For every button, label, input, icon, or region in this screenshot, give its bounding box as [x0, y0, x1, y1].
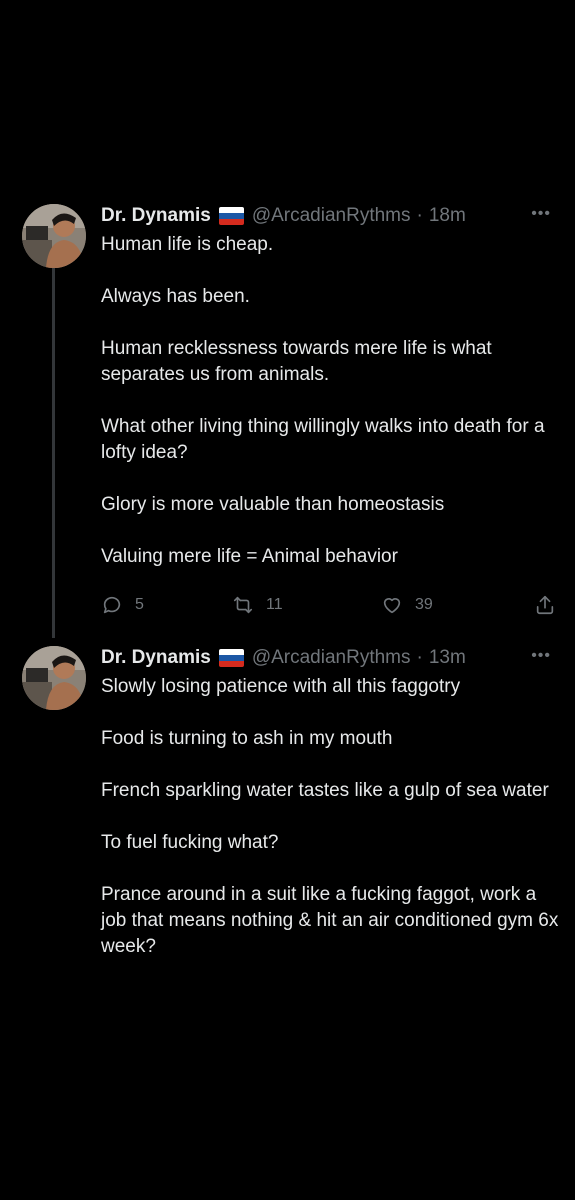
tweet-paragraph: Prance around in a suit like a fucking f…	[101, 884, 559, 957]
avatar[interactable]	[22, 204, 86, 268]
tweet-text: Human life is cheap. Always has been. Hu…	[101, 232, 561, 570]
retweet-icon	[233, 596, 253, 614]
like-count: 39	[415, 596, 433, 613]
tweet-header: Dr. Dynamis @ArcadianRythms · 13m •••	[101, 646, 555, 670]
reply-count: 5	[135, 596, 144, 613]
russia-flag-icon	[218, 207, 244, 225]
tweet-paragraph: Food is turning to ash in my mouth	[101, 728, 393, 749]
tweet-paragraph: Human recklessness towards mere life is …	[101, 338, 492, 385]
retweet-button[interactable]: 11	[232, 594, 283, 616]
reply-icon	[103, 596, 121, 614]
timeline: Dr. Dynamis @ArcadianRythms · 18m ••• Hu…	[0, 0, 575, 1200]
tweet-paragraph: Always has been.	[101, 286, 250, 307]
separator-dot: ·	[416, 205, 423, 226]
separator-dot: ·	[416, 647, 423, 668]
heart-icon	[383, 598, 401, 614]
timestamp[interactable]: 13m	[429, 647, 466, 669]
reply-button[interactable]: 5	[101, 594, 144, 616]
avatar[interactable]	[22, 646, 86, 710]
tweet-paragraph: Human life is cheap.	[101, 234, 274, 255]
like-button[interactable]: 39	[381, 594, 433, 616]
retweet-count: 11	[266, 596, 283, 613]
tweet-header: Dr. Dynamis @ArcadianRythms · 18m •••	[101, 204, 555, 228]
tweet-actions: 5 11 39	[101, 594, 556, 618]
tweet-paragraph: French sparkling water tastes like a gul…	[101, 780, 549, 801]
more-horizontal-icon[interactable]: •••	[531, 206, 551, 222]
share-icon	[536, 595, 554, 615]
more-horizontal-icon[interactable]: •••	[531, 648, 551, 664]
display-name[interactable]: Dr. Dynamis	[101, 205, 211, 227]
user-handle[interactable]: @ArcadianRythms	[252, 205, 411, 227]
timestamp[interactable]: 18m	[429, 205, 466, 227]
tweet-paragraph: To fuel fucking what?	[101, 832, 279, 853]
tweet-paragraph: Slowly losing patience with all this fag…	[101, 676, 461, 697]
russia-flag-icon	[218, 649, 244, 667]
thread-connector-line	[52, 266, 55, 638]
tweet-paragraph: What other living thing willingly walks …	[101, 416, 545, 463]
tweet-paragraph: Glory is more valuable than homeostasis	[101, 494, 445, 515]
user-handle[interactable]: @ArcadianRythms	[252, 647, 411, 669]
share-button[interactable]	[534, 594, 556, 616]
tweet-text: Slowly losing patience with all this fag…	[101, 674, 561, 960]
display-name[interactable]: Dr. Dynamis	[101, 647, 211, 669]
tweet-paragraph: Valuing mere life = Animal behavior	[101, 546, 398, 567]
